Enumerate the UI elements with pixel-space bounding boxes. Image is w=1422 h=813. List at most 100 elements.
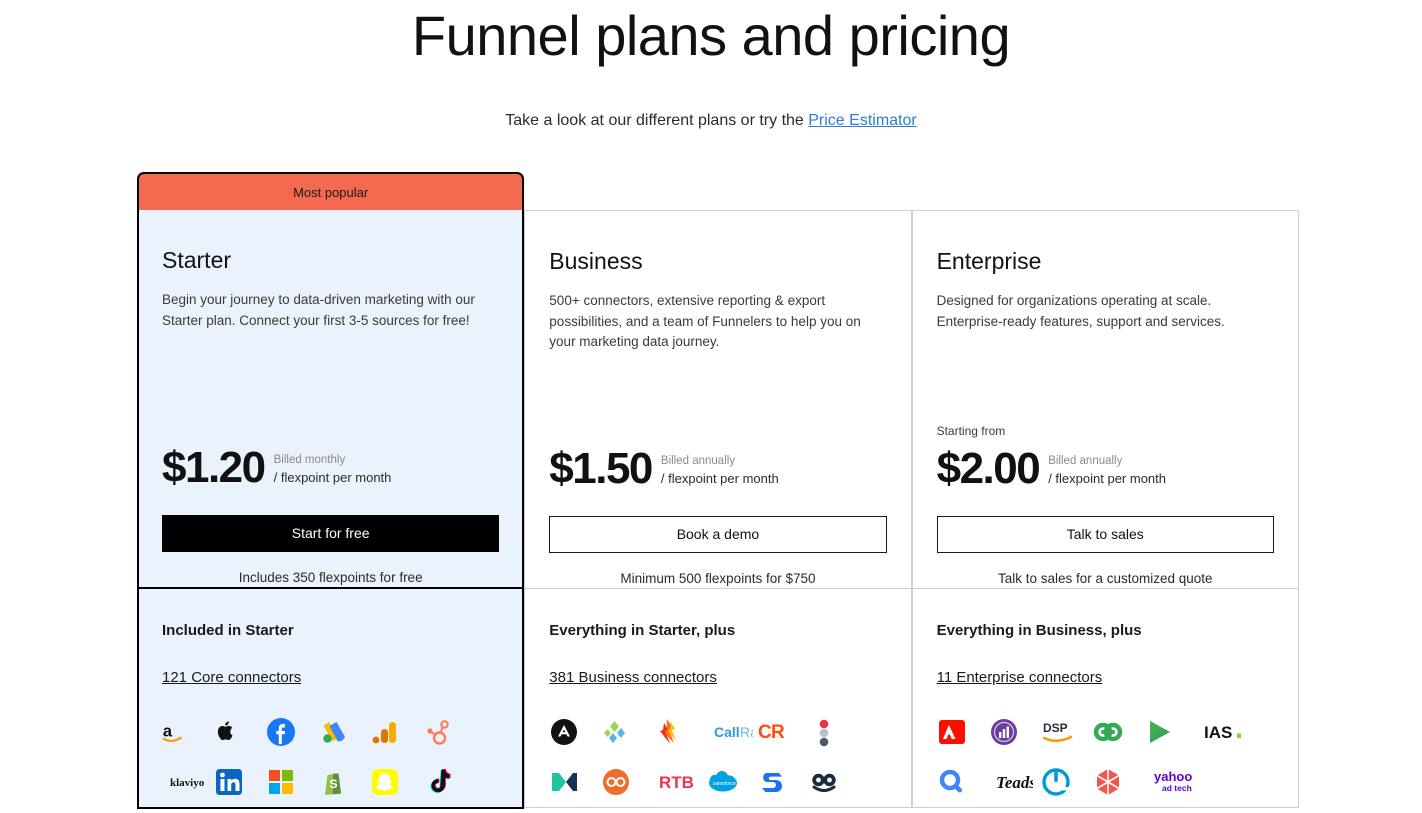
logo-placeholder	[1197, 757, 1245, 807]
svg-text:Teads: Teads	[996, 773, 1033, 792]
connector-count-link[interactable]: 121 Core connectors	[162, 669, 301, 686]
amazon-icon: a	[162, 707, 210, 757]
svg-text:RTB: RTB	[659, 773, 694, 792]
salesforce-icon: salesforce	[705, 757, 753, 807]
most-popular-badge: Most popular	[137, 172, 525, 210]
price-block: $1.50 Billed annually / flexpoint per mont…	[549, 446, 887, 588]
svg-text:Rail: Rail	[740, 724, 753, 740]
cta-note: Minimum 500 flexpoints for $750	[620, 571, 816, 586]
plan-description: Designed for organizations operating at …	[936, 293, 1225, 329]
cta-button-business[interactable]: Book a demo	[549, 516, 887, 553]
price-row: $1.50 Billed annually / flexpoint per mont…	[549, 446, 886, 492]
pricing-page: Funnel plans and pricing Take a look at …	[0, 0, 1422, 813]
plans-grid: Most popular Starter Begin your journey to…	[137, 172, 1299, 809]
vidoomy-icon	[1093, 757, 1141, 807]
price-row: $2.00 Billed annually / flexpoint per mont…	[937, 446, 1274, 492]
stackadapt-icon	[757, 757, 805, 807]
cta-button-enterprise[interactable]: Talk to sales	[936, 516, 1274, 553]
facebook-icon	[266, 707, 314, 757]
page-subtitle: Take a look at our different plans or tr…	[0, 110, 1422, 132]
plan-name: Business	[549, 248, 643, 274]
awin-icon	[601, 707, 649, 757]
svg-text:R: R	[771, 722, 785, 743]
svg-text:ad tech: ad tech	[1162, 783, 1192, 793]
starting-from-label: Starting from	[936, 424, 1006, 438]
klaviyo-icon: klaviyo	[162, 757, 210, 807]
price-amount: $2.00	[936, 444, 1041, 493]
linkedin-icon	[214, 757, 262, 807]
billing-period: Billed annually	[1048, 454, 1123, 467]
plan-card-enterprise: Enterprise Designed for organizations ope…	[911, 172, 1299, 808]
mixpanel-icon	[549, 757, 597, 807]
taboola-icon	[809, 757, 857, 807]
billing-period: Billed monthly	[273, 453, 346, 466]
analytics-purple-icon	[989, 707, 1037, 757]
price-unit: / flexpoint per month	[1048, 470, 1166, 486]
billing-period: Billed annually	[660, 454, 736, 467]
plan-card-starter: Most popular Starter Begin your journey to…	[137, 172, 525, 809]
plan-banner-slot: Most popular	[137, 172, 525, 210]
callrail-icon: CallRail	[705, 707, 753, 757]
included-title: Included in Starter	[162, 622, 294, 639]
plan-banner-slot	[912, 172, 1299, 210]
svg-text:a: a	[163, 722, 173, 740]
connector-logo-grid: CallRailCRRTBsalesforce	[549, 707, 886, 807]
svg-text:klaviyo: klaviyo	[170, 777, 205, 789]
price-unit: / flexpoint per month	[273, 469, 392, 485]
shopify-icon: S	[318, 757, 366, 807]
google-analytics-icon	[370, 707, 418, 757]
search-ads-icon	[937, 757, 985, 807]
connector-count-link[interactable]: 11 Enterprise connectors	[937, 669, 1103, 686]
apple-icon	[214, 707, 262, 757]
connector-count-link[interactable]: 381 Business connectors	[549, 669, 717, 686]
price-block: $1.20 Billed monthly / flexpoint per month…	[162, 445, 500, 587]
cta-note: Includes 350 flexpoints for free	[238, 570, 423, 585]
svg-text:DSP: DSP	[1043, 721, 1068, 735]
plan-name: Enterprise	[936, 248, 1042, 274]
price-block: Starting from $2.00 Billed annually / flexp…	[936, 424, 1274, 588]
criteo-icon: CR	[757, 707, 805, 757]
price-estimator-link[interactable]: Price Estimator	[808, 112, 916, 129]
snapchat-icon	[370, 757, 418, 807]
ias-icon: IAS	[1197, 707, 1245, 757]
price-meta: Billed annually / flexpoint per month	[661, 452, 779, 487]
price-amount: $1.20	[162, 443, 266, 492]
plan-description: Begin your journey to data-driven market…	[162, 292, 475, 328]
microsoft-icon	[266, 757, 314, 807]
plan-banner-slot	[524, 172, 911, 210]
braze-icon	[653, 707, 701, 757]
price-row: $1.20 Billed monthly / flexpoint per month	[162, 445, 499, 491]
price-unit: / flexpoint per month	[660, 470, 779, 486]
tiktok-icon	[422, 757, 470, 807]
connector-logo-grid: a klaviyo S	[162, 707, 499, 807]
adjust-icon	[549, 707, 597, 757]
hubspot-icon	[422, 707, 470, 757]
plan-card-business: Business 500+ connectors, extensive repor…	[524, 172, 912, 808]
svg-text:S: S	[330, 777, 338, 791]
svg-text:Call: Call	[714, 724, 740, 740]
included-title: Everything in Starter, plus	[549, 622, 736, 639]
connector-logo-grid: DSP IAS Teads yahoo! ad tech	[937, 707, 1274, 807]
price-meta: Billed annually / flexpoint per month	[1048, 452, 1166, 487]
svg-text:IAS: IAS	[1204, 723, 1232, 742]
svg-text:salesforce: salesforce	[713, 781, 736, 787]
plan-name: Starter	[162, 247, 232, 273]
page-subtitle-text: Take a look at our different plans or tr…	[505, 112, 809, 129]
svg-text:C: C	[758, 722, 772, 743]
dv360-icon	[1093, 707, 1141, 757]
cta-button-starter[interactable]: Start for free	[162, 515, 500, 552]
svg-text:yahoo!: yahoo!	[1154, 769, 1193, 784]
plan-description: 500+ connectors, extensive reporting & e…	[549, 293, 861, 349]
cta-note: Talk to sales for a customized quote	[997, 571, 1213, 586]
google-ads-icon	[318, 707, 366, 757]
outbrain-icon	[601, 757, 649, 807]
price-meta: Billed monthly / flexpoint per month	[274, 451, 392, 486]
teads-icon: Teads	[989, 757, 1037, 807]
yahoo-ad-tech-icon: yahoo! ad tech	[1145, 757, 1193, 807]
plan-card-body: Enterprise Designed for organizations ope…	[911, 210, 1299, 808]
plan-card-body: Starter Begin your journey to data-driven…	[137, 210, 525, 809]
page-title: Funnel plans and pricing	[411, 4, 1011, 67]
price-amount: $1.50	[549, 444, 653, 493]
included-title: Everything in Business, plus	[936, 622, 1142, 639]
google-play-icon	[1145, 707, 1193, 757]
